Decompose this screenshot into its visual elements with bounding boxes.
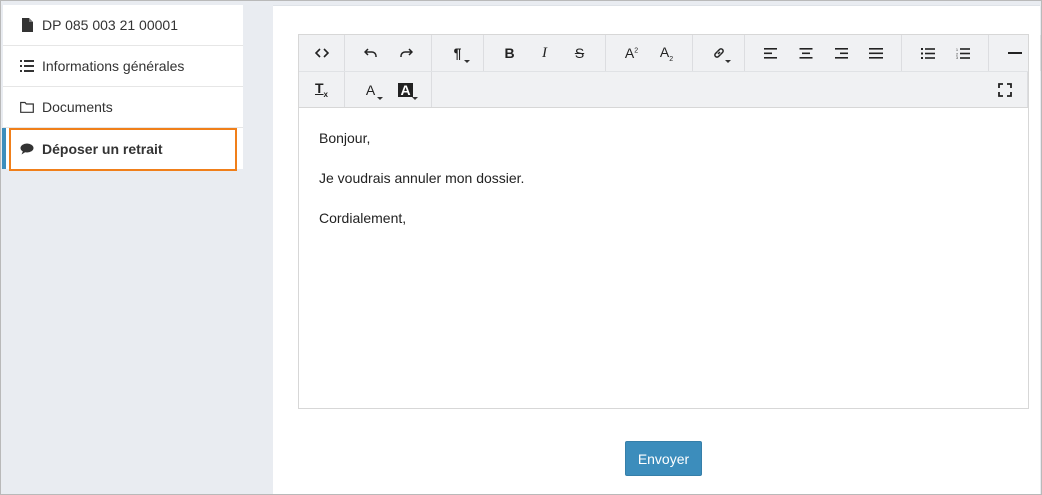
- chevron-down-icon: [464, 60, 470, 63]
- chevron-down-icon: [377, 96, 383, 100]
- highlight-color-button[interactable]: A: [388, 75, 423, 105]
- font-color-icon: A: [365, 81, 376, 98]
- redo-button[interactable]: [388, 38, 423, 68]
- align-left-icon: [763, 47, 778, 59]
- chevron-down-icon: [725, 60, 731, 63]
- superscript-button[interactable]: A2: [614, 38, 649, 68]
- align-right-button[interactable]: [823, 38, 858, 68]
- strikethrough-icon: S: [574, 45, 585, 61]
- comment-icon: [20, 142, 34, 156]
- editor-line: Je voudrais annuler mon dossier.: [319, 170, 525, 186]
- bullet-list-button[interactable]: [910, 38, 945, 68]
- sidebar-item-documents[interactable]: Documents: [3, 87, 243, 128]
- align-justify-icon: [868, 47, 883, 59]
- editor-line: Bonjour,: [319, 130, 371, 146]
- send-button[interactable]: Envoyer: [625, 441, 702, 476]
- editor-line: Cordialement,: [319, 210, 407, 226]
- link-icon: [712, 46, 726, 60]
- sidebar-item-label: Documents: [42, 99, 113, 115]
- subscript-icon: A2: [659, 43, 674, 63]
- main-panel: ¶ B I S A2 A2 1 2 3 Tx A A Bonjour, Je v…: [273, 5, 1041, 494]
- fullscreen-button[interactable]: [987, 75, 1022, 105]
- superscript-icon: A2: [624, 45, 639, 61]
- italic-icon: I: [542, 44, 547, 61]
- svg-text:3: 3: [956, 56, 958, 59]
- file-icon: [20, 18, 34, 32]
- align-right-icon: [834, 47, 848, 59]
- align-left-button[interactable]: [753, 38, 788, 68]
- sidebar-item-deposer-retrait[interactable]: Déposer un retrait: [2, 128, 243, 169]
- bold-button[interactable]: B: [492, 38, 527, 68]
- sidebar-item-dossier[interactable]: DP 085 003 21 00001: [3, 5, 243, 46]
- align-center-icon: [799, 47, 813, 59]
- horizontal-rule-icon: [1007, 51, 1022, 55]
- bullet-list-icon: [920, 47, 935, 59]
- italic-button[interactable]: I: [527, 38, 562, 68]
- align-justify-button[interactable]: [858, 38, 893, 68]
- undo-icon: [363, 48, 378, 58]
- toolbar-row-1: ¶ B I S A2 A2 1 2 3: [299, 35, 1041, 71]
- sidebar-item-label: DP 085 003 21 00001: [42, 17, 178, 33]
- link-button[interactable]: [701, 38, 736, 68]
- editor-toolbar: ¶ B I S A2 A2 1 2 3 Tx A A: [299, 35, 1041, 108]
- app-frame: DP 085 003 21 00001 Informations général…: [0, 0, 1042, 495]
- expand-icon: [997, 82, 1012, 97]
- numbered-list-icon: 123: [956, 48, 970, 59]
- code-view-button[interactable]: [304, 38, 339, 68]
- code-icon: [314, 48, 329, 58]
- sidebar: DP 085 003 21 00001 Informations général…: [2, 5, 243, 169]
- folder-icon: [20, 100, 34, 114]
- list-icon: [20, 59, 34, 73]
- horizontal-rule-button[interactable]: [997, 38, 1032, 68]
- strikethrough-button[interactable]: S: [562, 38, 597, 68]
- sidebar-item-informations[interactable]: Informations générales: [3, 46, 243, 87]
- toolbar-row-2: Tx A A: [299, 71, 1028, 107]
- sidebar-item-label: Déposer un retrait: [42, 140, 163, 157]
- rich-text-editor: ¶ B I S A2 A2 1 2 3 Tx A A Bonjour, Je v…: [298, 34, 1041, 409]
- paragraph-style-button[interactable]: ¶: [440, 38, 475, 68]
- numbered-list-button[interactable]: 123: [945, 38, 980, 68]
- paragraph-icon: ¶: [453, 45, 462, 61]
- svg-text:1: 1: [956, 48, 958, 52]
- subscript-button[interactable]: A2: [649, 38, 684, 68]
- redo-icon: [399, 48, 413, 58]
- sidebar-item-label: Informations générales: [42, 58, 185, 74]
- align-center-button[interactable]: [788, 38, 823, 68]
- clear-format-icon: Tx: [314, 80, 328, 99]
- highlight-color-icon: A: [398, 81, 413, 98]
- clear-format-button[interactable]: Tx: [304, 75, 339, 105]
- font-color-button[interactable]: A: [353, 75, 388, 105]
- undo-button[interactable]: [353, 38, 388, 68]
- bold-icon: B: [504, 45, 515, 61]
- chevron-down-icon: [412, 96, 418, 100]
- editor-content[interactable]: Bonjour, Je voudrais annuler mon dossier…: [299, 108, 1028, 258]
